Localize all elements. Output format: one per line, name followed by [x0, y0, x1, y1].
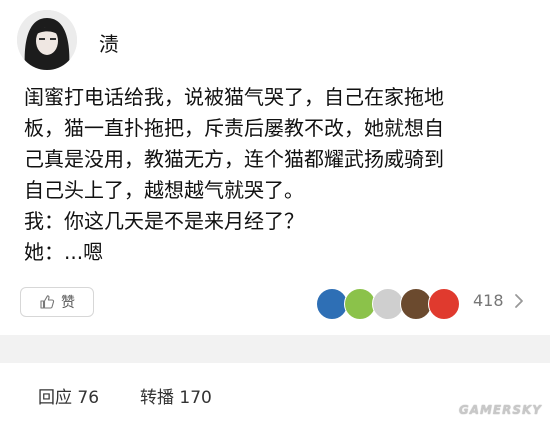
post-line: 己真是没用，教猫无方，连个猫都耀武扬威骑到 — [24, 147, 444, 171]
watermark: GAMERSKY — [458, 403, 542, 417]
user-avatar[interactable] — [17, 10, 77, 70]
post-line: 自己头上了，越想越气就哭了。 — [24, 178, 304, 202]
like-count[interactable]: 418 — [473, 291, 504, 310]
section-divider — [0, 335, 550, 363]
liker-avatars[interactable] — [316, 288, 460, 320]
replies-count[interactable]: 回应 76 — [38, 383, 99, 408]
thumbs-up-icon — [40, 295, 55, 309]
post-line: 她：...嗯 — [24, 240, 104, 264]
post-line: 闺蜜打电话给我，说被猫气哭了，自己在家拖地 — [24, 85, 444, 109]
post-line: 板，猫一直扑拖把，斥责后屡教不改，她就想自 — [24, 116, 444, 140]
username[interactable]: 渍 — [99, 28, 119, 57]
post-line: 我：你这几天是不是来月经了？ — [24, 209, 304, 233]
reposts-count[interactable]: 转播 170 — [140, 383, 212, 408]
chevron-right-icon[interactable] — [512, 291, 526, 311]
avatar-portrait-icon — [17, 10, 77, 70]
liker-avatar[interactable] — [428, 288, 460, 320]
like-label: 赞 — [61, 295, 75, 311]
post-body: 闺蜜打电话给我，说被猫气哭了，自己在家拖地 板，猫一直扑拖把，斥责后屡教不改，她… — [24, 82, 540, 268]
like-button[interactable]: 赞 — [20, 287, 94, 317]
